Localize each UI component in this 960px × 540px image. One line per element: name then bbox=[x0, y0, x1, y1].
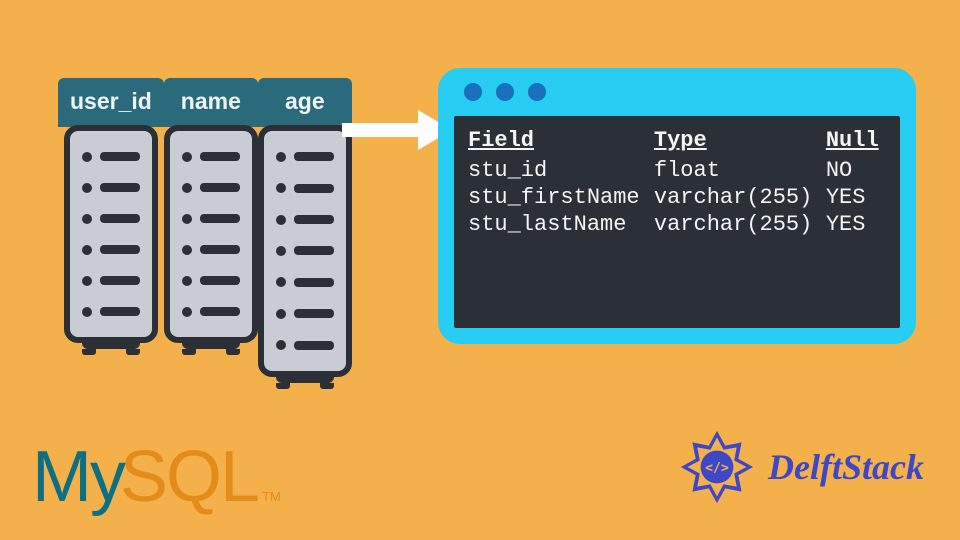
col-header-name: name bbox=[164, 78, 258, 127]
server-body bbox=[258, 125, 352, 377]
col-header-age: age bbox=[258, 78, 352, 127]
th-field: Field bbox=[468, 126, 654, 157]
server-row bbox=[182, 214, 240, 224]
mysql-sql: SQL bbox=[120, 436, 258, 518]
server-row bbox=[82, 214, 140, 224]
svg-text:</>: </> bbox=[705, 461, 729, 476]
cell-field: stu_id bbox=[468, 157, 654, 184]
cell-type: varchar(255) bbox=[654, 211, 826, 238]
cell-type: float bbox=[654, 157, 826, 184]
server-row bbox=[182, 183, 240, 193]
server-row bbox=[82, 152, 140, 162]
cell-null: YES bbox=[826, 211, 886, 238]
window-dot-icon bbox=[528, 83, 546, 101]
server-row bbox=[82, 245, 140, 255]
arrow-right-icon bbox=[342, 110, 452, 150]
delftstack-mark-icon: </> bbox=[676, 426, 758, 508]
server-col-user-id: user_id bbox=[58, 78, 164, 389]
describe-table: Field Type Null stu_id float NO stu_firs… bbox=[468, 126, 886, 238]
server-row bbox=[276, 183, 334, 193]
th-null: Null bbox=[826, 126, 886, 157]
server-row bbox=[276, 340, 334, 350]
cell-null: NO bbox=[826, 157, 886, 184]
server-row bbox=[182, 152, 240, 162]
server-row bbox=[276, 215, 334, 225]
terminal-body: Field Type Null stu_id float NO stu_firs… bbox=[454, 116, 900, 328]
table-row: stu_firstName varchar(255) YES bbox=[468, 184, 886, 211]
delftstack-text: DelftStack bbox=[768, 446, 924, 488]
window-dot-icon bbox=[464, 83, 482, 101]
th-type: Type bbox=[654, 126, 826, 157]
delftstack-logo: </> DelftStack bbox=[676, 426, 924, 508]
terminal-window: Field Type Null stu_id float NO stu_firs… bbox=[438, 68, 916, 344]
server-row bbox=[276, 277, 334, 287]
terminal-titlebar bbox=[438, 68, 916, 116]
table-row: stu_lastName varchar(255) YES bbox=[468, 211, 886, 238]
mysql-my: My bbox=[32, 436, 124, 518]
server-col-name: name bbox=[164, 78, 258, 389]
server-row bbox=[276, 152, 334, 162]
mysql-logo: My SQL TM bbox=[32, 436, 281, 518]
cell-field: stu_firstName bbox=[468, 184, 654, 211]
server-row bbox=[276, 309, 334, 319]
server-row bbox=[182, 307, 240, 317]
server-row bbox=[182, 245, 240, 255]
server-col-age: age bbox=[258, 78, 352, 389]
window-dot-icon bbox=[496, 83, 514, 101]
server-row bbox=[82, 276, 140, 286]
server-row bbox=[82, 183, 140, 193]
server-row bbox=[82, 307, 140, 317]
server-row bbox=[276, 246, 334, 256]
server-body bbox=[64, 125, 158, 343]
cell-field: stu_lastName bbox=[468, 211, 654, 238]
cell-null: YES bbox=[826, 184, 886, 211]
table-row: stu_id float NO bbox=[468, 157, 886, 184]
cell-type: varchar(255) bbox=[654, 184, 826, 211]
col-header-user-id: user_id bbox=[58, 78, 164, 127]
server-row bbox=[182, 276, 240, 286]
db-server-group: user_id name age bbox=[58, 78, 352, 389]
server-body bbox=[164, 125, 258, 343]
trademark: TM bbox=[262, 489, 281, 504]
